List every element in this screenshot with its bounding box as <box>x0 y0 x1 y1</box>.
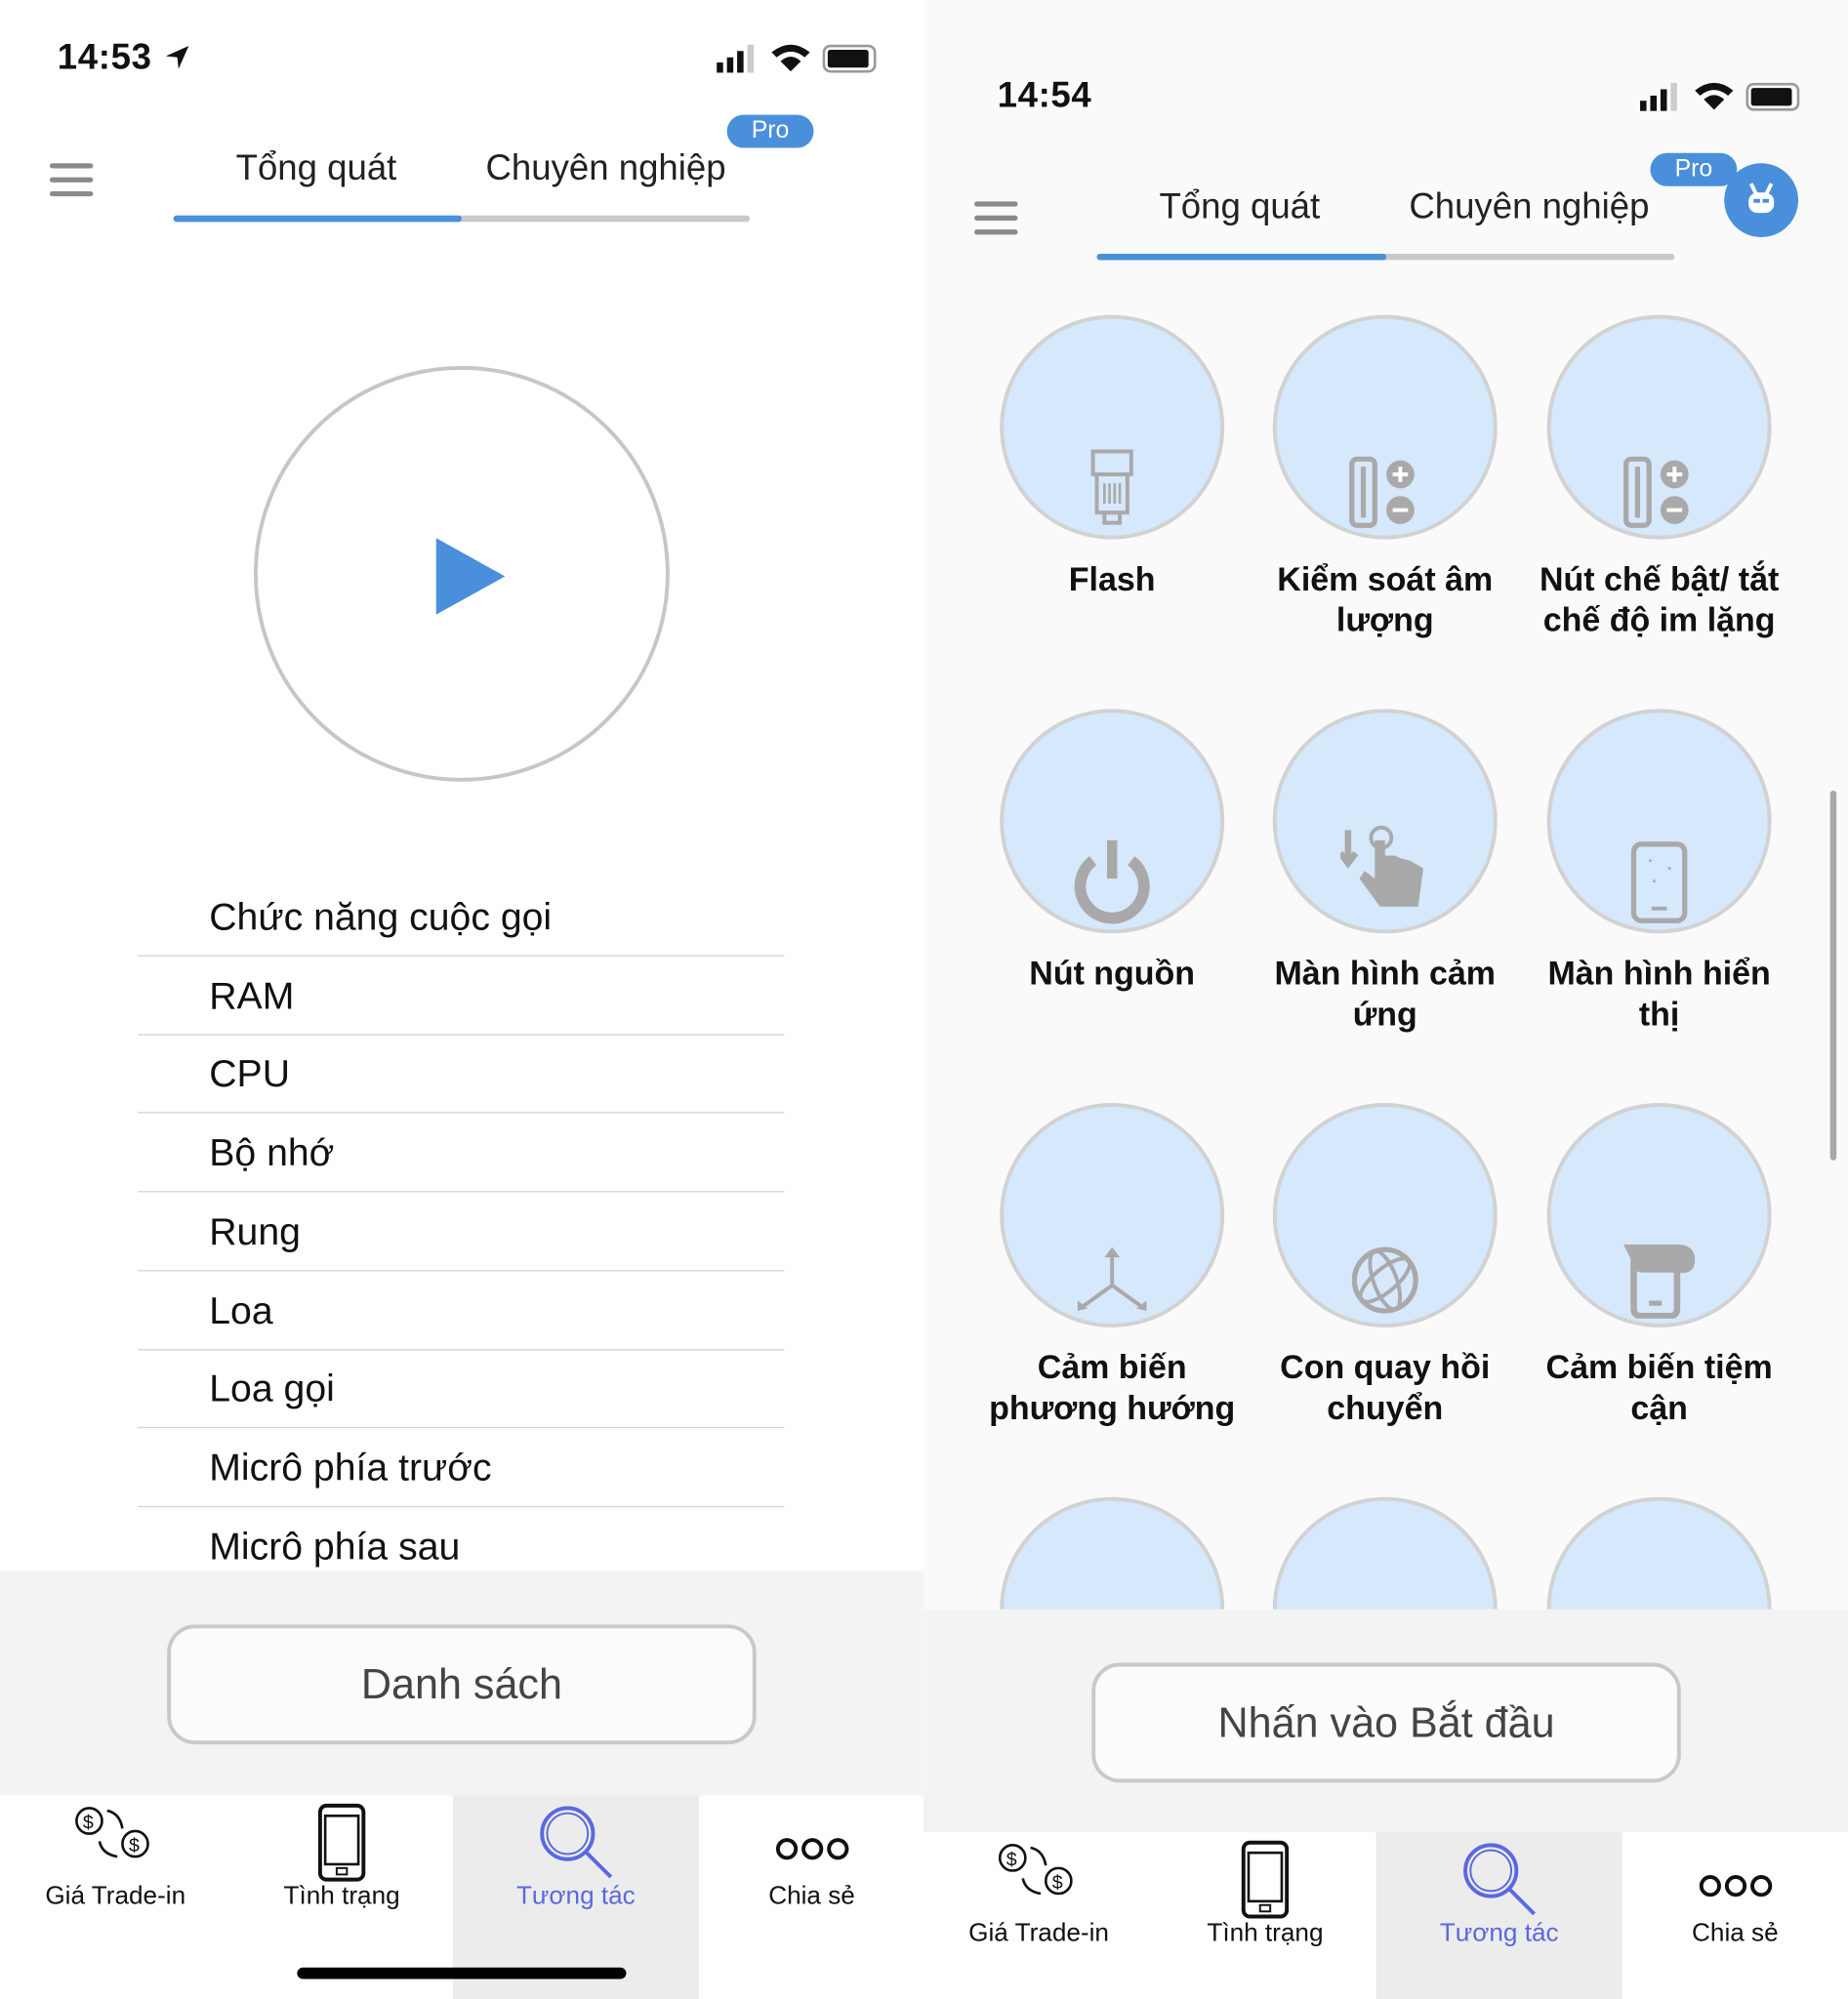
test-display-button[interactable] <box>1546 709 1772 934</box>
svg-text:$: $ <box>1006 1849 1016 1870</box>
divider <box>138 1505 785 1508</box>
home-indicator[interactable] <box>297 1967 627 1979</box>
volume-buttons-icon <box>1349 456 1415 528</box>
divider <box>138 1112 785 1114</box>
nav-label: Tình trạng <box>283 1882 400 1910</box>
nav-label: Giá Trade-in <box>45 1882 186 1910</box>
nav-phone[interactable]: Tình trạng <box>1154 1832 1376 1999</box>
tab-indicator <box>1096 253 1675 261</box>
svg-text:$: $ <box>82 1812 93 1833</box>
list-item[interactable]: Bộ nhớ <box>209 1132 334 1175</box>
pro-badge: Pro <box>726 114 814 148</box>
list-item[interactable]: Micrô phía sau <box>209 1527 460 1570</box>
search-icon <box>539 1806 612 1879</box>
test-flashlight-button[interactable] <box>1000 314 1225 540</box>
test-label: Màn hình hiển thị <box>1547 954 1771 1034</box>
divider <box>138 1270 785 1272</box>
nav-label: Tương tác <box>515 1882 636 1910</box>
search-icon <box>1462 1843 1536 1916</box>
menu-button[interactable] <box>49 163 94 197</box>
divider <box>138 1349 785 1351</box>
test-touch-button[interactable] <box>1272 709 1498 934</box>
test-power-button[interactable] <box>1000 709 1225 934</box>
nav-label: Chia sẻ <box>1692 1919 1779 1947</box>
divider <box>138 955 785 957</box>
menu-button[interactable] <box>974 201 1018 235</box>
right-screen: 14:54 Tổng quát Chuyên nghiệp Pro Flash K… <box>923 0 1848 1999</box>
status-icons <box>1637 80 1803 113</box>
nav-more-dots[interactable]: Chia sẻ <box>1622 1832 1848 1999</box>
power-icon <box>1074 839 1150 924</box>
nav-search[interactable]: Tương tác <box>1376 1832 1622 1999</box>
status-icons <box>715 42 881 75</box>
status-time: 14:53 <box>57 36 152 77</box>
test-label: Cảm biến phương hướng <box>989 1347 1236 1427</box>
divider <box>138 1034 785 1036</box>
test-label: Kiểm soát âm lượng <box>1277 559 1494 639</box>
tab-general[interactable]: Tổng quát <box>1159 186 1320 227</box>
tab-general[interactable]: Tổng quát <box>236 148 397 189</box>
list-item[interactable]: Micrô phía trước <box>209 1448 491 1490</box>
currency-exchange-icon: $$ <box>74 1807 149 1858</box>
test-label: Flash <box>1068 559 1156 598</box>
start-test-button[interactable] <box>253 365 670 782</box>
test-proximity-button[interactable] <box>1546 1103 1772 1327</box>
nav-label: Giá Trade-in <box>968 1919 1109 1947</box>
status-time: 14:54 <box>997 75 1092 115</box>
nav-label: Tương tác <box>1439 1919 1559 1947</box>
assistant-avatar-button[interactable] <box>1724 163 1799 237</box>
pro-badge: Pro <box>1650 152 1738 186</box>
axes-icon <box>1077 1246 1147 1311</box>
silent-switch-icon <box>1623 456 1689 528</box>
divider <box>138 1426 785 1429</box>
nav-currency-exchange[interactable]: $ $ Giá Trade-in <box>0 1795 230 1999</box>
test-label: Nút chế bật/ tắt chế độ im lặng <box>1539 559 1780 639</box>
test-label: Cảm biến tiệm cận <box>1545 1347 1773 1427</box>
nav-label: Chia sẻ <box>768 1882 855 1910</box>
test-label: Con quay hồi chuyển <box>1280 1347 1491 1427</box>
list-button[interactable]: Danh sách <box>167 1624 757 1745</box>
list-item[interactable]: Chức năng cuộc gọi <box>209 896 552 939</box>
svg-text:$: $ <box>128 1835 139 1856</box>
more-dots-icon <box>775 1838 848 1860</box>
nav-label: Tình trạng <box>1207 1919 1324 1947</box>
display-icon <box>1630 841 1688 923</box>
nav-currency-exchange[interactable]: $ $ Giá Trade-in <box>924 1832 1154 1999</box>
tab-professional[interactable]: Chuyên nghiệp <box>485 148 725 189</box>
start-button[interactable]: Nhấn vào Bắt đầu <box>1091 1662 1681 1783</box>
test-silent-switch-button[interactable] <box>1546 314 1772 540</box>
more-dots-icon <box>1699 1875 1772 1897</box>
currency-exchange-icon: $$ <box>998 1844 1073 1896</box>
test-label: Nút nguồn <box>1029 954 1196 993</box>
nav-more-dots[interactable]: Chia sẻ <box>699 1795 924 1999</box>
flashlight-icon <box>1090 449 1133 525</box>
tab-professional[interactable]: Chuyên nghiệp <box>1409 186 1649 227</box>
list-item[interactable]: Rung <box>209 1211 301 1254</box>
test-axes-button[interactable] <box>1000 1103 1225 1327</box>
list-item[interactable]: Loa gọi <box>209 1368 335 1411</box>
location-arrow-icon <box>165 46 189 69</box>
test-gyroscope-button[interactable] <box>1272 1103 1498 1327</box>
test-volume-buttons-button[interactable] <box>1272 314 1498 540</box>
phone-icon <box>317 1803 366 1882</box>
tab-indicator <box>173 215 751 223</box>
list-item[interactable]: CPU <box>209 1053 290 1096</box>
list-item[interactable]: Loa <box>209 1290 272 1333</box>
test-label: Màn hình cảm ứng <box>1274 954 1496 1034</box>
svg-text:$: $ <box>1051 1872 1062 1894</box>
list-item[interactable]: RAM <box>209 975 294 1018</box>
touch-icon <box>1340 825 1423 907</box>
bottom-nav: $ $ Giá Trade-in Tình trạng Tương tác Chia sẻ <box>923 1832 1848 1999</box>
rabbit-icon <box>1748 183 1775 214</box>
left-screen: 14:53 Tổng quát Chuyên nghiệp Pro Chức n… <box>0 0 925 1999</box>
phone-icon <box>1241 1840 1290 1919</box>
gyroscope-icon <box>1351 1246 1418 1314</box>
divider <box>138 1191 785 1193</box>
proximity-icon <box>1623 1244 1696 1319</box>
play-icon <box>435 538 506 615</box>
scrollbar[interactable] <box>1829 790 1837 1161</box>
